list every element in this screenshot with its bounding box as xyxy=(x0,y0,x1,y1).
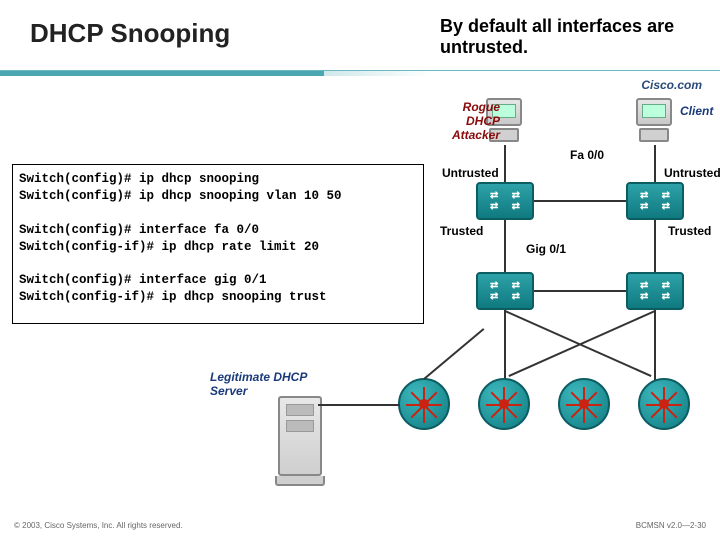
untrusted-label: Untrusted xyxy=(664,166,720,180)
router-icon xyxy=(638,378,690,430)
slide-number: BCMSN v2.0—2-30 xyxy=(636,521,706,530)
router-icon xyxy=(478,378,530,430)
network-link xyxy=(504,145,506,183)
gig01-label: Gig 0/1 xyxy=(526,242,566,256)
client-label: Client xyxy=(680,104,713,118)
network-link xyxy=(654,310,656,380)
client-pc-icon xyxy=(636,98,672,142)
network-link xyxy=(423,328,484,380)
network-link xyxy=(534,290,626,292)
copyright: © 2003, Cisco Systems, Inc. All rights r… xyxy=(14,521,183,530)
trusted-label: Trusted xyxy=(440,224,483,238)
slide: DHCP Snooping By default all interfaces … xyxy=(0,0,720,540)
network-link xyxy=(654,220,656,274)
fa00-label: Fa 0/0 xyxy=(570,148,604,162)
config-code: Switch(config)# ip dhcp snooping Switch(… xyxy=(19,171,417,306)
trusted-label: Trusted xyxy=(668,224,711,238)
network-link xyxy=(654,145,656,183)
router-icon xyxy=(558,378,610,430)
switch-icon: ⇄⇄⇄⇄ xyxy=(626,272,684,310)
network-link xyxy=(504,310,506,380)
network-link xyxy=(534,200,626,202)
legit-server-icon xyxy=(270,396,330,496)
switch-icon: ⇄⇄⇄⇄ xyxy=(626,182,684,220)
network-link xyxy=(504,220,506,274)
slide-title: DHCP Snooping xyxy=(30,18,230,49)
default-note: By default all interfaces are untrusted. xyxy=(440,16,710,58)
router-icon xyxy=(398,378,450,430)
config-code-box: Switch(config)# ip dhcp snooping Switch(… xyxy=(12,164,424,324)
switch-icon: ⇄⇄⇄⇄ xyxy=(476,182,534,220)
divider xyxy=(0,70,720,76)
attacker-label: Rogue DHCP Attacker xyxy=(430,100,500,142)
brand-label: Cisco.com xyxy=(641,78,702,92)
switch-icon: ⇄⇄⇄⇄ xyxy=(476,272,534,310)
untrusted-label: Untrusted xyxy=(442,166,499,180)
legit-server-label: Legitimate DHCP Server xyxy=(210,370,310,398)
network-link xyxy=(318,404,400,406)
